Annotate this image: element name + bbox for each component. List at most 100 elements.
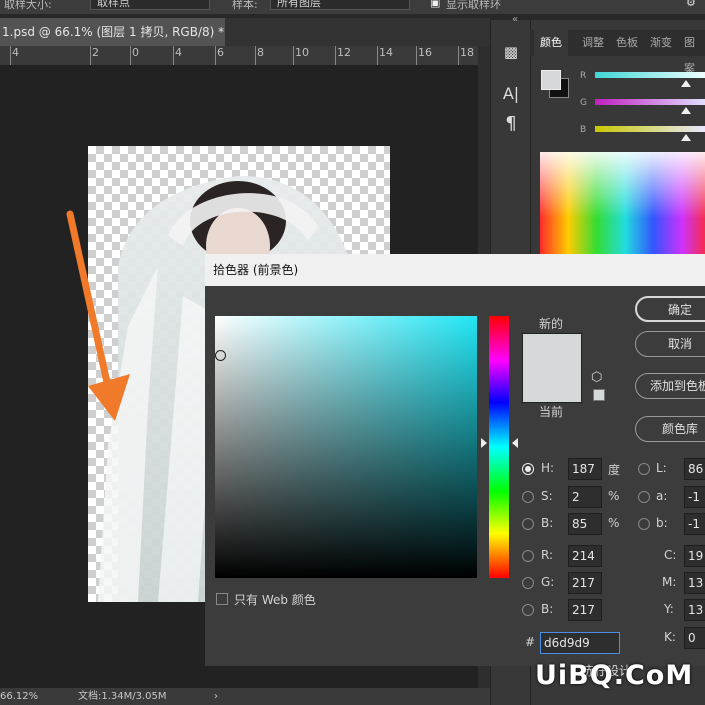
a-input[interactable]: -1 bbox=[684, 486, 705, 508]
ok-button[interactable]: 确定 bbox=[635, 296, 705, 322]
radio-red[interactable] bbox=[522, 550, 534, 562]
saturation-unit: % bbox=[608, 489, 620, 503]
horizontal-ruler: 4 2 0 2 4 6 8 10 12 14 16 18 bbox=[0, 46, 478, 66]
black-input[interactable]: 0 bbox=[684, 627, 705, 649]
hue-arrow-right-icon[interactable] bbox=[512, 438, 518, 448]
radio-blue[interactable] bbox=[522, 604, 534, 616]
green-label: G: bbox=[541, 575, 555, 589]
hue-slider[interactable] bbox=[489, 316, 509, 578]
brightness-unit: % bbox=[608, 516, 620, 530]
color-libraries-button[interactable]: 颜色库 bbox=[635, 416, 705, 442]
lightness-input[interactable]: 86 bbox=[684, 458, 705, 480]
hue-input[interactable]: 187 bbox=[568, 458, 602, 480]
b-label: b: bbox=[656, 516, 668, 530]
brightness-input[interactable]: 85 bbox=[568, 513, 602, 535]
current-color-label: 当前 bbox=[539, 405, 564, 419]
paragraph-panel-icon[interactable]: ¶ bbox=[499, 112, 523, 136]
panel-tabs: 颜色 调整 色板 渐变 图案 bbox=[530, 30, 705, 75]
saturation-input[interactable]: 2 bbox=[568, 486, 602, 508]
show-ring-label: 显示取样环 bbox=[446, 0, 501, 11]
radio-b[interactable] bbox=[638, 518, 650, 530]
ruler-tick: 16 bbox=[416, 46, 432, 65]
channel-label-r: R bbox=[580, 71, 587, 81]
tab-patterns[interactable]: 图案 bbox=[684, 30, 705, 75]
magenta-input[interactable]: 13 bbox=[684, 572, 705, 594]
character-panel-icon[interactable]: A| bbox=[499, 82, 523, 106]
hue-unit: 度 bbox=[608, 463, 621, 477]
radio-green[interactable] bbox=[522, 577, 534, 589]
sample-size-select[interactable]: 取样点 bbox=[90, 0, 210, 10]
slider-knob[interactable] bbox=[681, 107, 691, 114]
slider-knob[interactable] bbox=[681, 134, 691, 141]
history-panel-icon[interactable]: ▩ bbox=[499, 40, 523, 64]
slider-knob[interactable] bbox=[681, 80, 691, 87]
photoshop-window: 取样大小: 取样点 样本: 所有图层 ▣ 显示取样环 ⚙ 1.psd @ 66.… bbox=[0, 0, 705, 705]
sample-label: 样本: bbox=[232, 0, 258, 11]
annotation-arrow-icon bbox=[66, 210, 130, 421]
hex-label: # bbox=[525, 635, 536, 649]
zoom-level[interactable]: 66.12% bbox=[0, 688, 38, 705]
ruler-tick: 8 bbox=[255, 46, 264, 65]
red-input[interactable]: 214 bbox=[568, 545, 602, 567]
web-safe-swatch[interactable] bbox=[593, 389, 605, 401]
blue-label: B: bbox=[541, 602, 554, 616]
blue-input[interactable]: 217 bbox=[568, 599, 602, 621]
b-input[interactable]: -1 bbox=[684, 513, 705, 535]
show-ring-checkbox-icon[interactable]: ▣ bbox=[430, 0, 440, 9]
ruler-tick: 2 bbox=[90, 46, 99, 65]
green-slider[interactable] bbox=[595, 99, 705, 114]
ruler-tick: 18 bbox=[458, 46, 474, 65]
gear-icon[interactable]: ⚙ bbox=[686, 0, 696, 9]
yellow-input[interactable]: 13 bbox=[684, 599, 705, 621]
web-colors-only-label: 只有 Web 颜色 bbox=[234, 593, 316, 607]
hue-arrow-left-icon[interactable] bbox=[481, 438, 487, 448]
status-menu-arrow-icon[interactable]: › bbox=[214, 688, 218, 705]
tab-strip bbox=[225, 18, 490, 46]
radio-saturation[interactable] bbox=[522, 491, 534, 503]
cyan-input[interactable]: 19 bbox=[684, 545, 705, 567]
blue-slider[interactable] bbox=[595, 126, 705, 141]
status-bar: 66.12% 文档:1.34M/3.05M › bbox=[0, 688, 490, 705]
saturation-brightness-field[interactable] bbox=[215, 316, 477, 578]
radio-lightness[interactable] bbox=[638, 463, 650, 475]
web-colors-only-checkbox[interactable] bbox=[216, 593, 228, 605]
tab-adjustments[interactable]: 调整 bbox=[582, 30, 604, 56]
foreground-background-swatch[interactable] bbox=[541, 70, 571, 100]
hex-input[interactable]: d6d9d9 bbox=[540, 632, 620, 654]
add-to-swatches-button[interactable]: 添加到色板 bbox=[635, 373, 705, 399]
collapse-panels-icon[interactable]: « bbox=[512, 14, 518, 25]
current-color-swatch[interactable] bbox=[523, 368, 581, 402]
ruler-tick: 4 bbox=[10, 46, 19, 65]
watermark-text: UiBQ.CoM bbox=[535, 660, 694, 691]
yellow-label: Y: bbox=[664, 602, 674, 616]
document-tab[interactable]: 1.psd @ 66.1% (图层 1 拷贝, RGB/8) *× bbox=[0, 18, 242, 46]
color-field-cursor[interactable] bbox=[215, 350, 226, 361]
radio-brightness[interactable] bbox=[522, 518, 534, 530]
color-spectrum[interactable] bbox=[540, 152, 705, 262]
dialog-title: 拾色器 (前景色) bbox=[205, 254, 705, 286]
color-comparison-swatch bbox=[522, 333, 582, 403]
ruler-tick: 10 bbox=[293, 46, 309, 65]
green-input[interactable]: 217 bbox=[568, 572, 602, 594]
cancel-button[interactable]: 取消 bbox=[635, 331, 705, 357]
new-color-label: 新的 bbox=[539, 317, 564, 331]
cube-icon[interactable]: ⬡ bbox=[591, 370, 602, 385]
options-bar: 取样大小: 取样点 样本: 所有图层 ▣ 显示取样环 ⚙ bbox=[0, 0, 705, 14]
ruler-tick: 12 bbox=[335, 46, 351, 65]
tab-color[interactable]: 颜色 bbox=[534, 30, 568, 56]
red-slider[interactable] bbox=[595, 72, 705, 87]
tab-gradients[interactable]: 渐变 bbox=[650, 30, 672, 56]
new-color-swatch bbox=[523, 334, 581, 368]
sample-select[interactable]: 所有图层 bbox=[270, 0, 410, 10]
brightness-label: B: bbox=[541, 516, 554, 530]
ruler-tick: 4 bbox=[173, 46, 182, 65]
radio-hue[interactable] bbox=[522, 463, 534, 475]
cyan-label: C: bbox=[664, 548, 677, 562]
tab-swatches[interactable]: 色板 bbox=[616, 30, 638, 56]
radio-a[interactable] bbox=[638, 491, 650, 503]
channel-label-g: G bbox=[580, 98, 587, 108]
document-info: 文档:1.34M/3.05M bbox=[78, 691, 167, 702]
lightness-label: L: bbox=[656, 461, 667, 475]
ruler-tick: 14 bbox=[377, 46, 393, 65]
ruler-tick: 6 bbox=[215, 46, 224, 65]
